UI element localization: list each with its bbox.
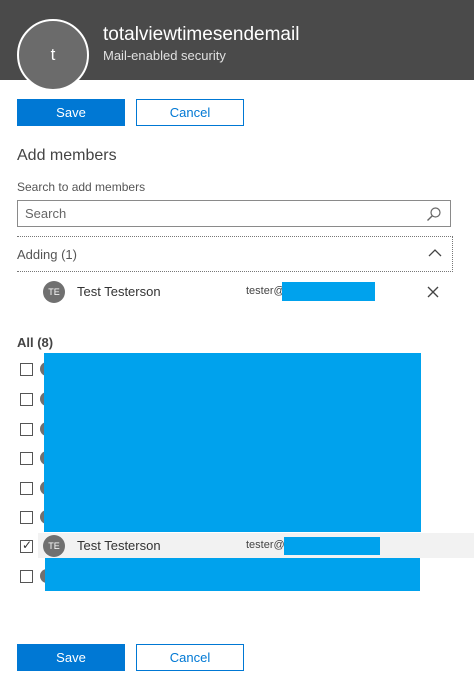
adding-member-row: TE Test Testerson tester@ bbox=[0, 280, 474, 304]
member-checkbox[interactable] bbox=[20, 482, 33, 495]
member-checkbox[interactable] bbox=[20, 393, 33, 406]
group-avatar: t bbox=[17, 19, 89, 91]
redacted-email bbox=[284, 537, 380, 555]
member-email: tester@ bbox=[246, 539, 285, 551]
close-icon[interactable] bbox=[427, 286, 439, 298]
member-checkbox[interactable] bbox=[20, 423, 33, 436]
redacted-members bbox=[44, 353, 421, 532]
adding-panel-toggle[interactable]: Adding (1) bbox=[17, 236, 453, 272]
search-placeholder: Search bbox=[25, 206, 67, 221]
member-checkbox[interactable] bbox=[20, 452, 33, 465]
chevron-up-icon[interactable] bbox=[428, 248, 442, 258]
member-checkbox[interactable] bbox=[20, 570, 33, 583]
add-members-title: Add members bbox=[17, 147, 117, 164]
search-label: Search to add members bbox=[17, 180, 146, 194]
member-row-selected[interactable]: TE Test Testerson tester@ bbox=[0, 534, 474, 558]
redacted-email bbox=[282, 282, 375, 301]
cancel-button-bottom[interactable]: Cancel bbox=[136, 644, 244, 671]
all-members-label: All (8) bbox=[17, 335, 54, 350]
group-type: Mail-enabled security bbox=[103, 48, 226, 63]
avatar: TE bbox=[43, 535, 65, 557]
save-button-bottom[interactable]: Save bbox=[17, 644, 125, 671]
search-input[interactable]: Search bbox=[17, 200, 451, 227]
group-name: totalviewtimesendemail bbox=[103, 24, 300, 45]
cancel-button-top[interactable]: Cancel bbox=[136, 99, 244, 126]
adding-label: Adding (1) bbox=[17, 246, 77, 262]
member-checkbox[interactable] bbox=[20, 363, 33, 376]
save-button-top[interactable]: Save bbox=[17, 99, 125, 126]
member-checkbox[interactable] bbox=[20, 511, 33, 524]
avatar: TE bbox=[43, 281, 65, 303]
redacted-member bbox=[45, 558, 420, 591]
search-icon[interactable] bbox=[426, 206, 442, 222]
member-name: Test Testerson bbox=[77, 538, 161, 553]
member-name: Test Testerson bbox=[77, 284, 161, 299]
member-email: tester@ bbox=[246, 285, 285, 297]
